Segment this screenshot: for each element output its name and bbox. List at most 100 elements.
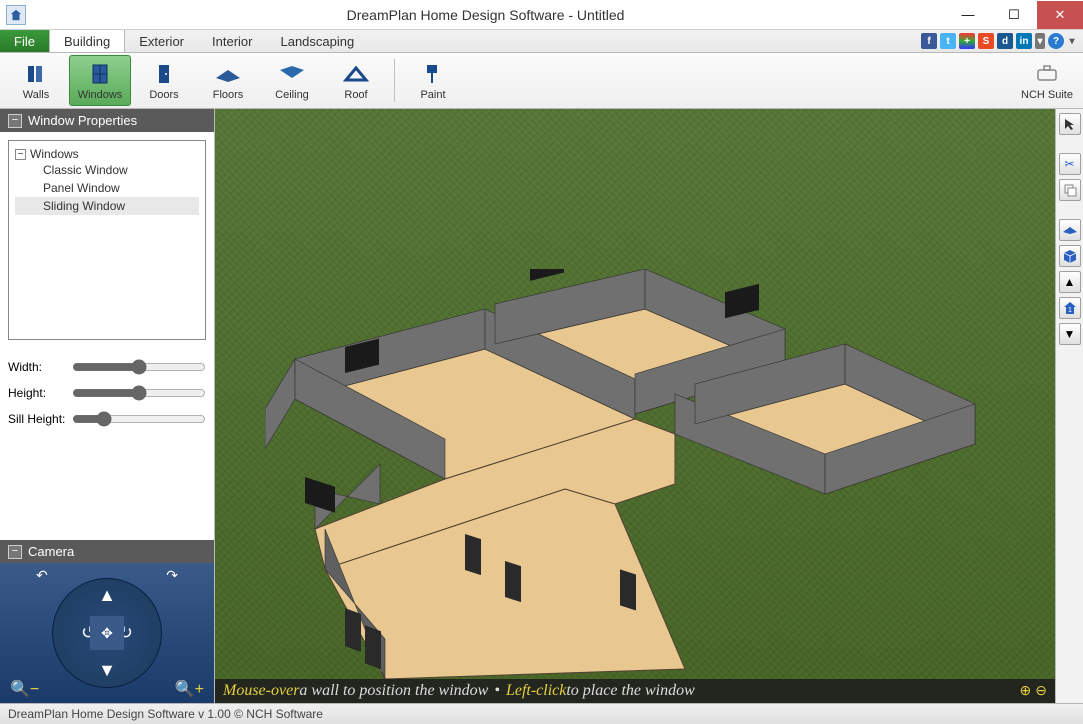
zoom-out-icon[interactable]: 🔍− [10,679,39,699]
help-dropdown-icon[interactable]: ▾ [1067,33,1077,49]
camera-ring: ▲ ▼ ↺ ↻ ✥ [52,578,162,688]
close-button[interactable]: ✕ [1037,1,1083,29]
scissors-icon: ✂ [1064,157,1074,171]
paint-icon [419,60,447,88]
title-bar: DreamPlan Home Design Software - Untitle… [0,0,1083,30]
app-icon [6,5,26,25]
paint-label: Paint [420,89,445,101]
floors-button[interactable]: Floors [197,55,259,106]
floor-down-button[interactable]: ▼ [1059,323,1081,345]
width-row: Width: [8,354,206,380]
tree-item-classic[interactable]: Classic Window [15,161,199,179]
width-label: Width: [8,360,68,374]
menu-bar: File Building Exterior Interior Landscap… [0,30,1083,53]
linkedin-icon[interactable]: in [1016,33,1032,49]
doors-button[interactable]: Doors [133,55,195,106]
windows-label: Windows [78,89,123,101]
camera-down-icon[interactable]: ▼ [98,660,116,681]
house-model[interactable] [265,269,985,689]
floors-icon [214,60,242,88]
status-bar: DreamPlan Home Design Software v 1.00 © … [0,703,1083,724]
cube-view-button[interactable] [1059,245,1081,267]
stumbleupon-icon[interactable]: S [978,33,994,49]
windows-icon [86,60,114,88]
minimize-button[interactable]: — [945,1,991,29]
social-dropdown-icon[interactable]: ▾ [1035,33,1045,49]
copy-button[interactable] [1059,179,1081,201]
window-tree[interactable]: −Windows Classic Window Panel Window Sli… [8,140,206,340]
menu-interior[interactable]: Interior [198,30,266,52]
tilt-left-icon[interactable]: ↶ [36,567,48,584]
window-title: DreamPlan Home Design Software - Untitle… [26,7,945,23]
maximize-button[interactable]: ☐ [991,1,1037,29]
main-content: − Window Properties −Windows Classic Win… [0,109,1083,703]
sill-label: Sill Height: [8,412,68,426]
properties-panel: − Window Properties −Windows Classic Win… [0,109,215,703]
right-toolbar: ✂ ▲ 1 ▼ [1055,109,1083,703]
floor-up-button[interactable]: ▲ [1059,271,1081,293]
walls-icon [22,60,50,88]
hint-text-1: a wall to position the window [299,682,488,700]
tree-item-panel[interactable]: Panel Window [15,179,199,197]
ceiling-icon [278,60,306,88]
hint-separator: • [494,682,500,700]
ceiling-label: Ceiling [275,89,309,101]
window-buttons: — ☐ ✕ [945,1,1083,29]
google-plus-icon[interactable]: + [959,33,975,49]
properties-collapse-icon[interactable]: − [8,114,22,128]
menu-building[interactable]: Building [49,30,125,52]
suite-label: NCH Suite [1021,89,1073,101]
doors-label: Doors [149,89,178,101]
tree-item-sliding[interactable]: Sliding Window [15,197,199,215]
tree-root[interactable]: −Windows [15,147,199,161]
tilt-right-icon[interactable]: ↷ [166,567,178,584]
hint-text-2: to place the window [566,682,694,700]
roof-icon [342,60,370,88]
social-icons: f t + S d in ▾ ? ▾ [921,30,1083,52]
menu-file[interactable]: File [0,30,49,52]
facebook-icon[interactable]: f [921,33,937,49]
height-label: Height: [8,386,68,400]
doors-icon [150,60,178,88]
camera-up-icon[interactable]: ▲ [98,585,116,606]
property-sliders: Width: Height: Sill Height: [0,348,214,438]
sill-height-slider[interactable] [72,411,206,427]
height-row: Height: [8,380,206,406]
tree-expand-icon[interactable]: − [15,149,26,160]
height-slider[interactable] [72,385,206,401]
twitter-icon[interactable]: t [940,33,956,49]
properties-header: − Window Properties [0,109,214,132]
camera-pan-icon[interactable]: ✥ [90,616,124,650]
hint-plus-icon[interactable]: ⊕ [1020,683,1032,700]
properties-title: Window Properties [28,113,137,128]
sill-row: Sill Height: [8,406,206,432]
hint-minus-icon[interactable]: ⊖ [1035,683,1047,700]
cursor-tool-button[interactable] [1059,113,1081,135]
nch-suite-button[interactable]: NCH Suite [1016,55,1078,106]
ceiling-button[interactable]: Ceiling [261,55,323,106]
menu-exterior[interactable]: Exterior [125,30,198,52]
level-view-button[interactable] [1059,219,1081,241]
floor-indicator[interactable]: 1 [1059,297,1081,319]
digg-icon[interactable]: d [997,33,1013,49]
paint-button[interactable]: Paint [402,55,464,106]
status-text: DreamPlan Home Design Software v 1.00 © … [8,707,323,721]
building-toolbar: Walls Windows Doors Floors Ceiling Roof … [0,53,1083,109]
windows-button[interactable]: Windows [69,55,131,106]
roof-label: Roof [344,89,367,101]
help-icon[interactable]: ? [1048,33,1064,49]
cut-button[interactable]: ✂ [1059,153,1081,175]
zoom-in-icon[interactable]: 🔍+ [175,679,204,699]
walls-button[interactable]: Walls [5,55,67,106]
width-slider[interactable] [72,359,206,375]
camera-pad: ↶ ↷ ▲ ▼ ↺ ↻ ✥ 🔍− 🔍+ [0,563,214,703]
camera-title: Camera [28,544,74,559]
camera-collapse-icon[interactable]: − [8,545,22,559]
viewport-3d[interactable]: Mouse-over a wall to position the window… [215,109,1055,703]
suite-icon [1033,60,1061,88]
roof-button[interactable]: Roof [325,55,387,106]
camera-header: − Camera [0,540,214,563]
svg-text:1: 1 [1068,307,1072,314]
menu-landscaping[interactable]: Landscaping [266,30,368,52]
walls-label: Walls [23,89,49,101]
